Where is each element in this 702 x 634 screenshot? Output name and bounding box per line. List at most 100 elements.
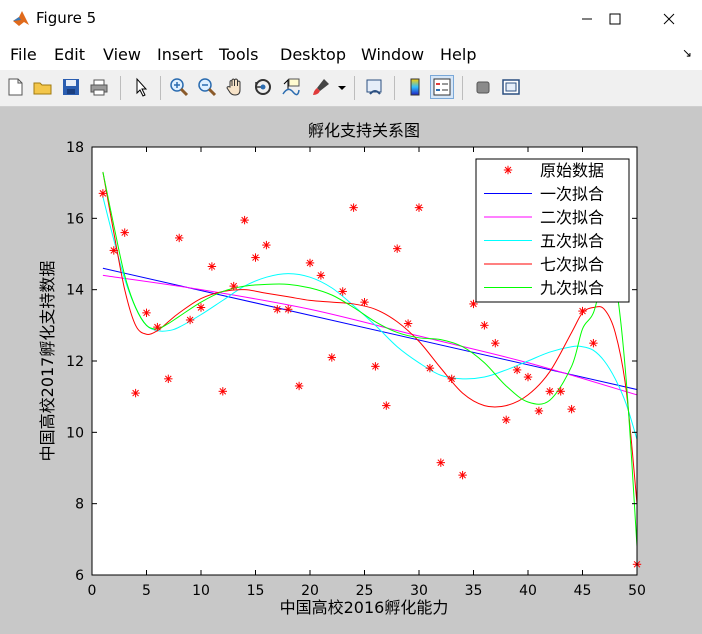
data-point [262, 240, 271, 250]
brush-dropdown-icon[interactable] [336, 76, 348, 98]
window-title: Figure 5 [36, 9, 97, 27]
y-tick-label: 14 [66, 283, 84, 299]
x-tick-label: 5 [142, 583, 151, 599]
data-point [338, 287, 347, 296]
data-point [534, 406, 544, 416]
data-point [458, 470, 467, 480]
data-point [414, 203, 424, 212]
data-point [218, 387, 227, 396]
toolbar-separator [394, 76, 395, 100]
data-point [131, 388, 140, 398]
x-tick-label: 15 [247, 583, 265, 599]
data-point [316, 271, 326, 280]
zoom-out-icon[interactable] [196, 76, 218, 98]
x-tick-label: 30 [410, 583, 428, 599]
legend-marker [503, 165, 513, 175]
toolbar-separator [354, 76, 355, 100]
save-icon[interactable] [60, 76, 82, 98]
legend-toggle[interactable] [430, 75, 454, 99]
data-point [251, 253, 260, 262]
figure-toolbar [0, 70, 702, 107]
open-icon[interactable] [32, 76, 54, 98]
legend: 原始数据一次拟合二次拟合五次拟合七次拟合九次拟合 [475, 158, 630, 303]
data-point [578, 306, 587, 316]
data-point [371, 362, 380, 371]
data-point [327, 353, 336, 362]
menu-view[interactable]: View [103, 45, 141, 64]
data-point [393, 244, 402, 253]
toolbar-separator [462, 76, 463, 100]
maximize-icon [609, 13, 621, 25]
data-point [240, 215, 249, 225]
data-point [360, 297, 369, 307]
menubar-dock-arrow-icon[interactable]: ↘ [682, 46, 692, 60]
data-point [425, 363, 435, 373]
pointer-icon[interactable] [130, 76, 152, 98]
data-point [512, 365, 522, 375]
menu-bar: File Edit View Insert Tools Desktop Wind… [0, 38, 702, 71]
y-tick-label: 18 [66, 140, 84, 156]
data-point [142, 308, 151, 318]
data-point [305, 258, 315, 268]
data-point [502, 415, 511, 425]
x-tick-label: 45 [574, 583, 592, 599]
data-point [480, 321, 489, 330]
data-point [153, 322, 162, 332]
data-point [175, 233, 184, 243]
colorbar-icon[interactable] [404, 76, 426, 98]
menu-window[interactable]: Window [361, 45, 424, 64]
y-tick-label: 12 [66, 354, 84, 370]
legend-icon [433, 78, 451, 96]
data-point [403, 319, 413, 328]
legend-label: 五次拟合 [540, 232, 604, 251]
chart-title: 孵化支持关系图 [308, 121, 420, 140]
print-icon[interactable] [88, 76, 110, 98]
legend-label: 原始数据 [540, 161, 604, 180]
brush-icon[interactable] [310, 76, 332, 98]
data-point [185, 315, 195, 325]
data-point [273, 305, 282, 314]
figure-canvas: 0 5 10 15 20 25 30 35 40 45 50 6 8 10 12 14 16 18 孵化支持关系图… [38, 121, 646, 617]
x-tick-label: 50 [628, 583, 646, 599]
x-tick-label: 35 [465, 583, 483, 599]
menu-tools[interactable]: Tools [219, 45, 258, 64]
x-tick-label: 40 [519, 583, 537, 599]
data-point [567, 404, 576, 414]
rotate-icon[interactable] [252, 76, 274, 98]
legend-label: 九次拟合 [540, 279, 604, 298]
data-point [98, 189, 108, 198]
maximize-button[interactable] [592, 0, 638, 38]
zoom-in-icon[interactable] [168, 76, 190, 98]
data-point [589, 338, 598, 348]
new-figure-icon[interactable] [4, 76, 26, 98]
legend-label: 一次拟合 [540, 185, 604, 204]
data-point [229, 281, 238, 291]
x-tick-label: 0 [88, 583, 97, 599]
show-plot-tools-icon[interactable] [500, 76, 522, 98]
legend-label: 二次拟合 [540, 208, 604, 227]
menu-desktop[interactable]: Desktop [280, 45, 346, 64]
data-point [207, 262, 217, 271]
x-tick-label: 25 [356, 583, 374, 599]
data-point [109, 246, 118, 255]
x-axis-label: 中国高校2016孵化能力 [280, 598, 449, 617]
y-tick-label: 6 [75, 568, 84, 584]
y-tick-label: 10 [66, 425, 84, 441]
hide-plot-tools-icon[interactable] [472, 76, 494, 98]
link-plot-icon[interactable] [364, 76, 386, 98]
menu-help[interactable]: Help [440, 45, 476, 64]
menu-insert[interactable]: Insert [157, 45, 203, 64]
data-point [294, 381, 304, 391]
title-bar: Figure 5 [0, 0, 702, 38]
toolbar-separator [120, 76, 121, 100]
data-point [284, 305, 293, 314]
menu-edit[interactable]: Edit [54, 45, 85, 64]
toolbar-separator [160, 76, 161, 100]
data-point [120, 228, 129, 237]
close-button[interactable] [646, 0, 692, 38]
data-point [382, 401, 391, 410]
y-axis-label: 中国高校2017孵化支持数据 [38, 261, 57, 462]
pan-icon[interactable] [224, 76, 246, 98]
data-cursor-icon[interactable] [280, 76, 302, 98]
menu-file[interactable]: File [10, 45, 37, 64]
